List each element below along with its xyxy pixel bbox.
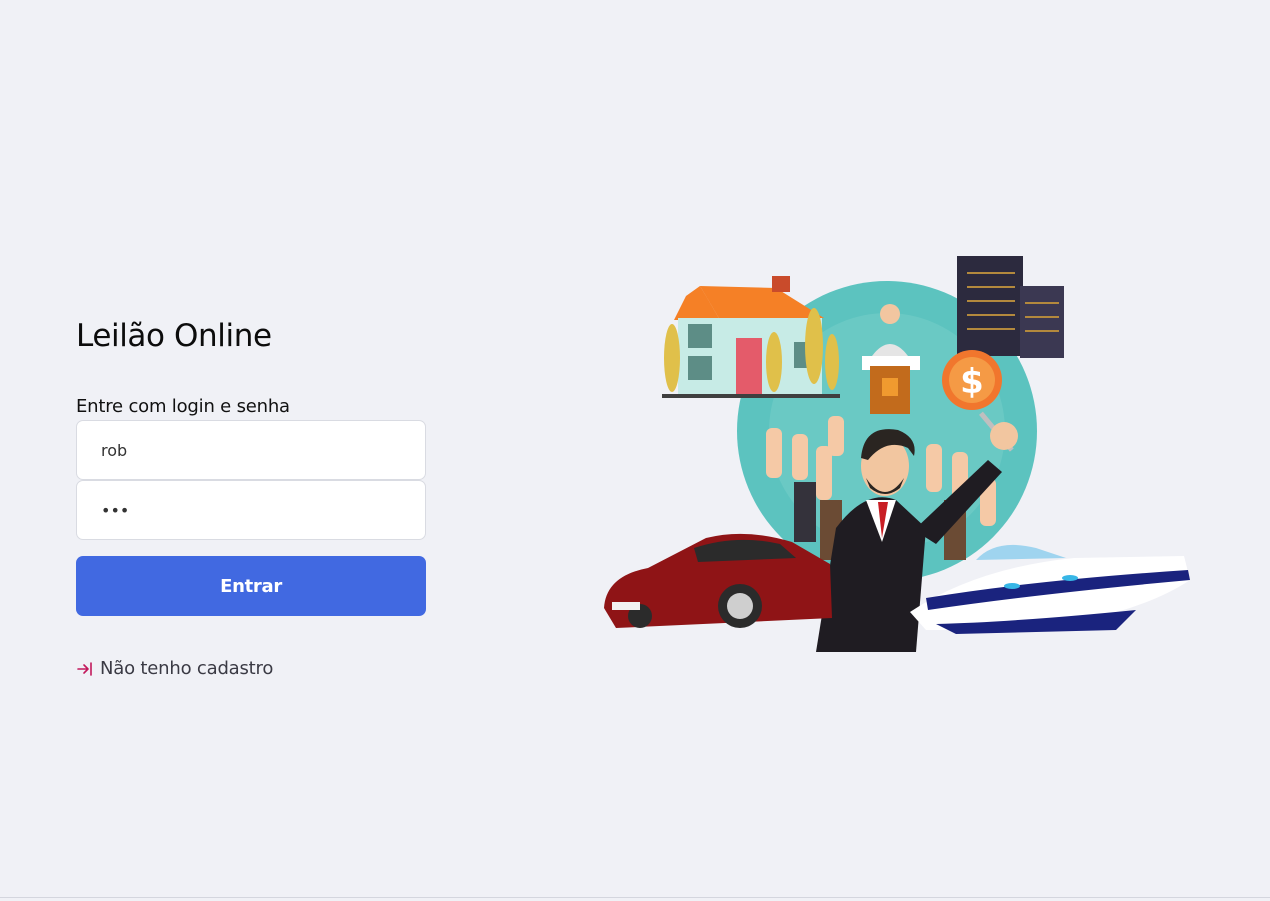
username-input[interactable]	[76, 420, 426, 480]
login-arrow-icon	[77, 661, 92, 676]
login-panel: Leilão Online Entre com login e senha En…	[76, 310, 426, 679]
buildings-icon	[957, 256, 1064, 358]
register-link[interactable]: Não tenho cadastro	[76, 658, 426, 679]
svg-text:$: $	[960, 362, 984, 402]
password-input[interactable]	[76, 480, 426, 540]
page-title: Leilão Online	[76, 318, 272, 354]
login-prompt: Entre com login e senha	[76, 396, 290, 417]
auction-illustration: $	[604, 256, 1190, 652]
house-icon	[662, 276, 840, 398]
login-button[interactable]: Entrar	[76, 556, 426, 616]
bottom-divider	[0, 897, 1270, 898]
sports-car-icon	[604, 533, 832, 628]
login-page: Leilão Online Entre com login e senha En…	[0, 0, 1270, 901]
register-label: Não tenho cadastro	[100, 658, 274, 679]
